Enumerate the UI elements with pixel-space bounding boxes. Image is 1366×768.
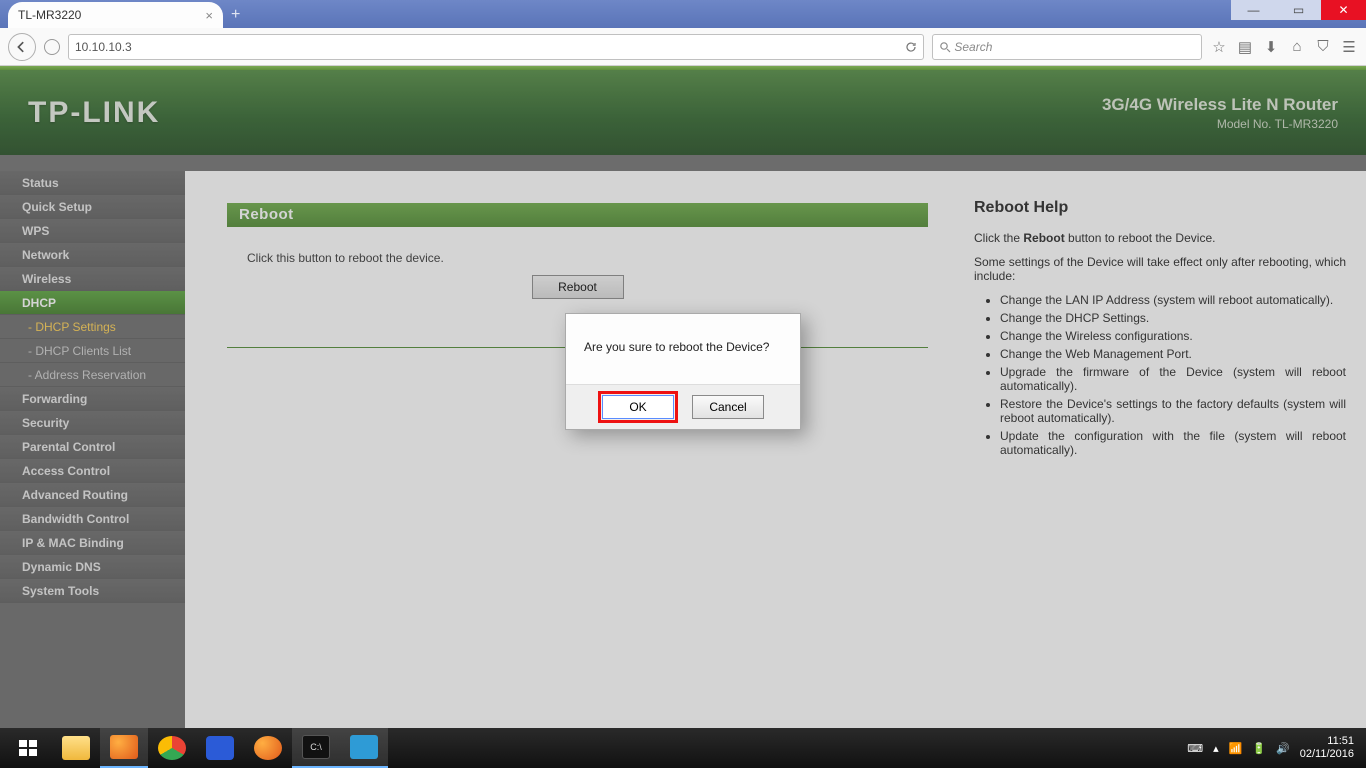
firefox-icon xyxy=(110,735,138,759)
sidebar-item-forwarding[interactable]: Forwarding xyxy=(0,387,185,411)
bookmark-star-icon[interactable]: ☆ xyxy=(1210,38,1228,56)
search-icon xyxy=(939,41,951,53)
browser-tab[interactable]: TL-MR3220 × xyxy=(8,2,223,28)
newtab-button[interactable]: + xyxy=(231,6,240,24)
window-close-button[interactable]: ✕ xyxy=(1321,0,1366,20)
network-icon[interactable]: 📶 xyxy=(1229,742,1243,755)
sidebar-item-address-reservation[interactable]: - Address Reservation xyxy=(0,363,185,387)
taskbar-firefox2[interactable] xyxy=(244,728,292,768)
sidebar-item-wps[interactable]: WPS xyxy=(0,219,185,243)
help-bullet: Change the LAN IP Address (system will r… xyxy=(1000,293,1346,307)
menu-icon[interactable]: ☰ xyxy=(1340,38,1358,56)
cmd-icon: C:\ xyxy=(302,735,330,759)
pocket-icon[interactable]: ⛉ xyxy=(1314,38,1332,55)
arrow-left-icon xyxy=(16,41,28,53)
start-button[interactable] xyxy=(4,728,52,768)
sidebar-item-access-control[interactable]: Access Control xyxy=(0,459,185,483)
nav-back-button[interactable] xyxy=(8,33,36,61)
home-icon[interactable]: ⌂ xyxy=(1288,38,1306,55)
help-bullet: Restore the Device's settings to the fac… xyxy=(1000,397,1346,425)
sidebar-item-systemtools[interactable]: System Tools xyxy=(0,579,185,603)
help-bullet: Update the configuration with the file (… xyxy=(1000,429,1346,457)
router-header: TP-LINK 3G/4G Wireless Lite N Router Mod… xyxy=(0,70,1366,171)
sidebar-item-dhcp-settings[interactable]: - DHCP Settings xyxy=(0,315,185,339)
help-p1: Click the Reboot button to reboot the De… xyxy=(974,231,1346,245)
keyboard-icon[interactable]: ⌨ xyxy=(1187,742,1203,755)
taskbar-explorer[interactable] xyxy=(52,728,100,768)
tab-title: TL-MR3220 xyxy=(18,8,81,22)
tray-chevron-icon[interactable]: ▴ xyxy=(1213,742,1219,755)
globe-icon xyxy=(44,39,60,55)
virtualbox-icon xyxy=(206,736,234,760)
dialog-ok-button[interactable]: OK xyxy=(602,395,674,419)
main-panel: Reboot Click this button to reboot the d… xyxy=(199,171,956,768)
sidebar-item-quicksetup[interactable]: Quick Setup xyxy=(0,195,185,219)
system-tray: ⌨ ▴ 📶 🔋 🔊 11:51 02/11/2016 xyxy=(1187,735,1362,761)
clock-time: 11:51 xyxy=(1300,735,1354,748)
model-number: Model No. TL-MR3220 xyxy=(1102,117,1338,131)
taskbar-firefox[interactable] xyxy=(100,728,148,768)
help-p2: Some settings of the Device will take ef… xyxy=(974,255,1346,283)
search-placeholder: Search xyxy=(954,40,992,54)
help-bullet: Change the Wireless configurations. xyxy=(1000,329,1346,343)
dialog-cancel-button[interactable]: Cancel xyxy=(692,395,764,419)
sidebar-item-dhcp[interactable]: DHCP xyxy=(0,291,185,315)
help-bullet: Change the Web Management Port. xyxy=(1000,347,1346,361)
reboot-button[interactable]: Reboot xyxy=(532,275,624,299)
sidebar-item-ipmac[interactable]: IP & MAC Binding xyxy=(0,531,185,555)
help-title: Reboot Help xyxy=(974,199,1346,217)
sidebar-item-status[interactable]: Status xyxy=(0,171,185,195)
sidebar: Status Quick Setup WPS Network Wireless … xyxy=(0,171,185,768)
taskbar-cmd[interactable]: C:\ xyxy=(292,728,340,768)
browser-titlebar: TL-MR3220 × + — ▭ ✕ xyxy=(0,0,1366,28)
windows-icon xyxy=(17,737,39,759)
sidebar-item-ddns[interactable]: Dynamic DNS xyxy=(0,555,185,579)
help-panel: Reboot Help Click the Reboot button to r… xyxy=(956,171,1366,768)
volume-icon[interactable]: 🔊 xyxy=(1276,742,1290,755)
confirm-dialog: Are you sure to reboot the Device? OK Ca… xyxy=(565,313,801,430)
tab-close-icon[interactable]: × xyxy=(205,8,213,23)
sidebar-item-parental[interactable]: Parental Control xyxy=(0,435,185,459)
clock-date: 02/11/2016 xyxy=(1300,748,1354,761)
battery-icon[interactable]: 🔋 xyxy=(1252,742,1266,755)
help-bullet: Change the DHCP Settings. xyxy=(1000,311,1346,325)
app-icon xyxy=(350,735,378,759)
product-name: 3G/4G Wireless Lite N Router xyxy=(1102,95,1338,115)
folder-icon xyxy=(62,736,90,760)
chrome-icon xyxy=(158,736,186,760)
sidebar-item-bandwidth[interactable]: Bandwidth Control xyxy=(0,507,185,531)
window-controls: — ▭ ✕ xyxy=(1231,0,1366,20)
help-list: Change the LAN IP Address (system will r… xyxy=(974,293,1346,457)
taskbar-app[interactable] xyxy=(340,728,388,768)
sidebar-item-network[interactable]: Network xyxy=(0,243,185,267)
help-bullet: Upgrade the firmware of the Device (syst… xyxy=(1000,365,1346,393)
clock[interactable]: 11:51 02/11/2016 xyxy=(1300,735,1354,761)
clipboard-icon[interactable]: ▤ xyxy=(1236,38,1254,56)
browser-toolbar: 10.10.10.3 Search ☆ ▤ ⬇ ⌂ ⛉ ☰ xyxy=(0,28,1366,66)
downloads-icon[interactable]: ⬇ xyxy=(1262,38,1280,56)
panel-text: Click this button to reboot the device. xyxy=(247,251,908,265)
sidebar-item-wireless[interactable]: Wireless xyxy=(0,267,185,291)
sidebar-item-advanced-routing[interactable]: Advanced Routing xyxy=(0,483,185,507)
firefox-icon xyxy=(254,736,282,760)
window-maximize-button[interactable]: ▭ xyxy=(1276,0,1321,20)
sidebar-item-dhcp-clients[interactable]: - DHCP Clients List xyxy=(0,339,185,363)
url-text: 10.10.10.3 xyxy=(75,40,132,54)
url-bar[interactable]: 10.10.10.3 xyxy=(68,34,924,60)
window-minimize-button[interactable]: — xyxy=(1231,0,1276,20)
taskbar-virtualbox[interactable] xyxy=(196,728,244,768)
sidebar-item-security[interactable]: Security xyxy=(0,411,185,435)
taskbar-chrome[interactable] xyxy=(148,728,196,768)
brand-logo: TP-LINK xyxy=(28,96,160,130)
search-bar[interactable]: Search xyxy=(932,34,1202,60)
page-body: TP-LINK 3G/4G Wireless Lite N Router Mod… xyxy=(0,70,1366,768)
reload-icon[interactable] xyxy=(905,41,917,53)
taskbar: C:\ ⌨ ▴ 📶 🔋 🔊 11:51 02/11/2016 xyxy=(0,728,1366,768)
dialog-message: Are you sure to reboot the Device? xyxy=(566,314,800,384)
panel-title: Reboot xyxy=(227,203,928,226)
